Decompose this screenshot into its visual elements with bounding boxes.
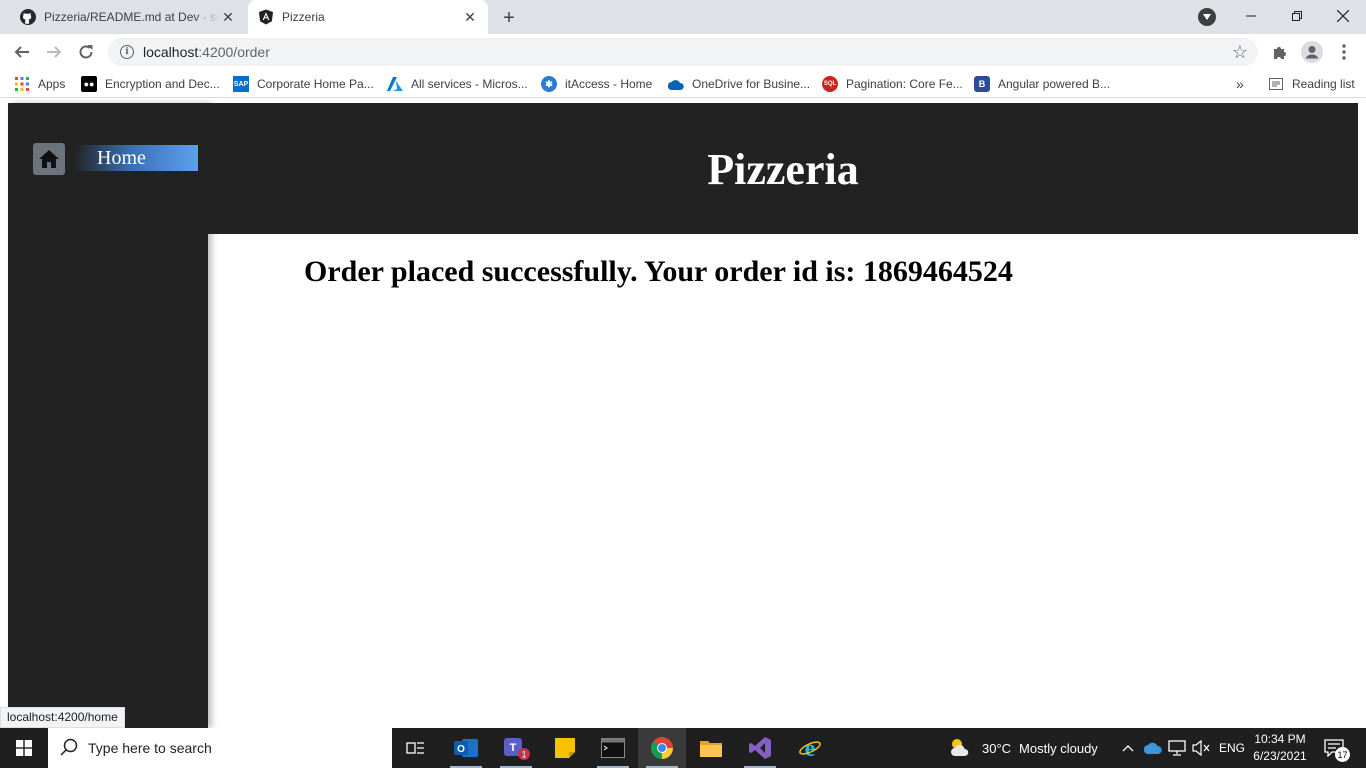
apps-grid-icon — [14, 76, 30, 92]
internet-explorer-icon[interactable]: e — [786, 728, 834, 768]
bookmark-encryption[interactable]: ●● Encryption and Dec... — [81, 75, 220, 93]
bookmark-label: Angular powered B... — [998, 77, 1111, 91]
onedrive-tray-icon[interactable] — [1144, 728, 1162, 768]
tab-title: Pizzeria — [282, 10, 325, 24]
bookmark-label: Pagination: Core Fe... — [846, 77, 963, 91]
app-header: Pizzeria — [208, 103, 1358, 234]
bookmark-label: Encryption and Dec... — [105, 77, 220, 91]
reload-icon[interactable] — [73, 39, 99, 65]
taskbar-search-input[interactable]: Type here to search — [48, 728, 392, 768]
restore-icon[interactable] — [1274, 0, 1320, 32]
bookmark-azure[interactable]: All services - Micros... — [387, 75, 528, 93]
bookmark-label: Apps — [38, 77, 66, 91]
task-view-icon[interactable] — [392, 728, 440, 768]
browser-toolbar: i localhost:4200/order ☆ — [0, 34, 1366, 70]
bookmark-apps[interactable]: Apps — [14, 75, 65, 93]
azure-icon — [387, 76, 403, 92]
bootstrap-icon: B — [974, 76, 990, 92]
clock-time: 10:34 PM — [1254, 732, 1306, 746]
svg-text:T: T — [510, 742, 517, 754]
more-bookmarks-chevron-icon[interactable]: » — [1236, 75, 1244, 93]
bookmark-angular-bootstrap[interactable]: B Angular powered B... — [974, 75, 1110, 93]
reading-list-label: Reading list — [1292, 77, 1355, 91]
page-viewport: Home Pizzeria Order placed successfully.… — [0, 103, 1366, 728]
address-bar[interactable]: i localhost:4200/order ☆ — [108, 38, 1258, 66]
taskbar-clock[interactable]: 10:34 PM 6/23/2021 — [1246, 731, 1314, 765]
file-explorer-icon[interactable] — [687, 728, 735, 768]
order-confirmation-message: Order placed successfully. Your order id… — [304, 255, 1013, 288]
chrome-icon[interactable] — [638, 728, 686, 768]
visual-studio-icon[interactable] — [736, 728, 784, 768]
itaccess-icon: ✱ — [541, 76, 557, 92]
svg-text:O: O — [457, 744, 465, 755]
back-arrow-icon[interactable] — [9, 39, 35, 65]
bookmark-star-icon[interactable]: ☆ — [1232, 43, 1248, 61]
weather-condition: Mostly cloudy — [1019, 740, 1098, 756]
show-hidden-icons-chevron-icon[interactable] — [1122, 728, 1134, 768]
svg-text:e: e — [805, 736, 816, 760]
status-bar-url: localhost:4200/home — [0, 707, 125, 728]
medium-icon: ●● — [81, 76, 97, 92]
close-window-icon[interactable] — [1320, 0, 1366, 32]
bookmark-label: Corporate Home Pa... — [257, 77, 374, 91]
clock-date: 6/23/2021 — [1253, 749, 1307, 763]
bookmark-pagination[interactable]: SQL Pagination: Core Fe... — [822, 75, 963, 93]
tab-title: Pizzeria/README.md at Dev · sud — [44, 10, 220, 24]
new-tab-plus-icon[interactable]: + — [498, 7, 520, 29]
bookmark-label: OneDrive for Busine... — [692, 77, 811, 91]
extensions-puzzle-icon[interactable] — [1269, 41, 1291, 63]
notification-count-badge: 17 — [1335, 747, 1350, 762]
sidebar: Home — [8, 103, 208, 728]
forward-arrow-icon[interactable] — [41, 39, 67, 65]
teams-icon[interactable]: T1 — [492, 728, 540, 768]
reading-list-button[interactable]: Reading list — [1268, 75, 1355, 93]
onedrive-icon — [668, 76, 684, 92]
angular-icon — [258, 9, 274, 25]
kebab-menu-icon[interactable] — [1333, 41, 1355, 63]
network-icon[interactable] — [1168, 728, 1186, 768]
bookmarks-bar: Apps ●● Encryption and Dec... SAP Corpor… — [0, 70, 1366, 98]
teams-badge: 1 — [521, 750, 526, 760]
url-path: :4200/order — [198, 44, 270, 60]
windows-start-icon[interactable] — [0, 728, 48, 768]
close-tab-icon[interactable]: ✕ — [220, 9, 236, 25]
weather-temp: 30°C — [982, 740, 1012, 756]
tab-pizzeria[interactable]: Pizzeria ✕ — [248, 0, 488, 34]
nav-home-link[interactable]: Home — [74, 145, 198, 171]
tab-search-icon[interactable] — [1198, 8, 1216, 26]
bookmark-corporate-home[interactable]: SAP Corporate Home Pa... — [233, 75, 374, 93]
sql-icon: SQL — [822, 76, 838, 92]
cloud-sun-icon — [948, 737, 972, 760]
close-tab-icon[interactable]: ✕ — [462, 9, 478, 25]
weather-widget[interactable]: 30°C Mostly cloudy — [948, 728, 1098, 768]
url-host: localhost — [143, 44, 199, 60]
bookmark-label: itAccess - Home — [565, 77, 653, 91]
site-info-icon[interactable]: i — [120, 45, 134, 59]
volume-muted-icon[interactable] — [1192, 728, 1210, 768]
bookmark-itaccess[interactable]: ✱ itAccess - Home — [541, 75, 652, 93]
sap-icon: SAP — [233, 76, 249, 92]
search-placeholder: Type here to search — [88, 740, 212, 756]
action-center-icon[interactable]: 17 — [1322, 736, 1350, 762]
tab-strip: Pizzeria/README.md at Dev · sud ✕ Pizzer… — [0, 0, 1366, 34]
reading-list-icon — [1268, 76, 1284, 92]
outlook-icon[interactable]: O — [442, 728, 490, 768]
windows-taskbar: Type here to search O T1 e 30°C Mostly c… — [0, 728, 1366, 768]
github-icon — [20, 9, 36, 25]
bookmark-onedrive[interactable]: OneDrive for Busine... — [668, 75, 810, 93]
bookmark-label: All services - Micros... — [411, 77, 528, 91]
sticky-notes-icon[interactable] — [541, 728, 589, 768]
input-language-indicator[interactable]: ENG — [1219, 728, 1245, 768]
minimize-icon[interactable] — [1228, 0, 1274, 32]
profile-avatar-icon[interactable] — [1301, 41, 1323, 63]
tab-github-readme[interactable]: Pizzeria/README.md at Dev · sud ✕ — [12, 0, 244, 34]
page-title: Pizzeria — [707, 145, 859, 194]
home-icon[interactable] — [33, 143, 65, 175]
search-icon — [60, 738, 78, 759]
terminal-icon[interactable] — [589, 728, 637, 768]
